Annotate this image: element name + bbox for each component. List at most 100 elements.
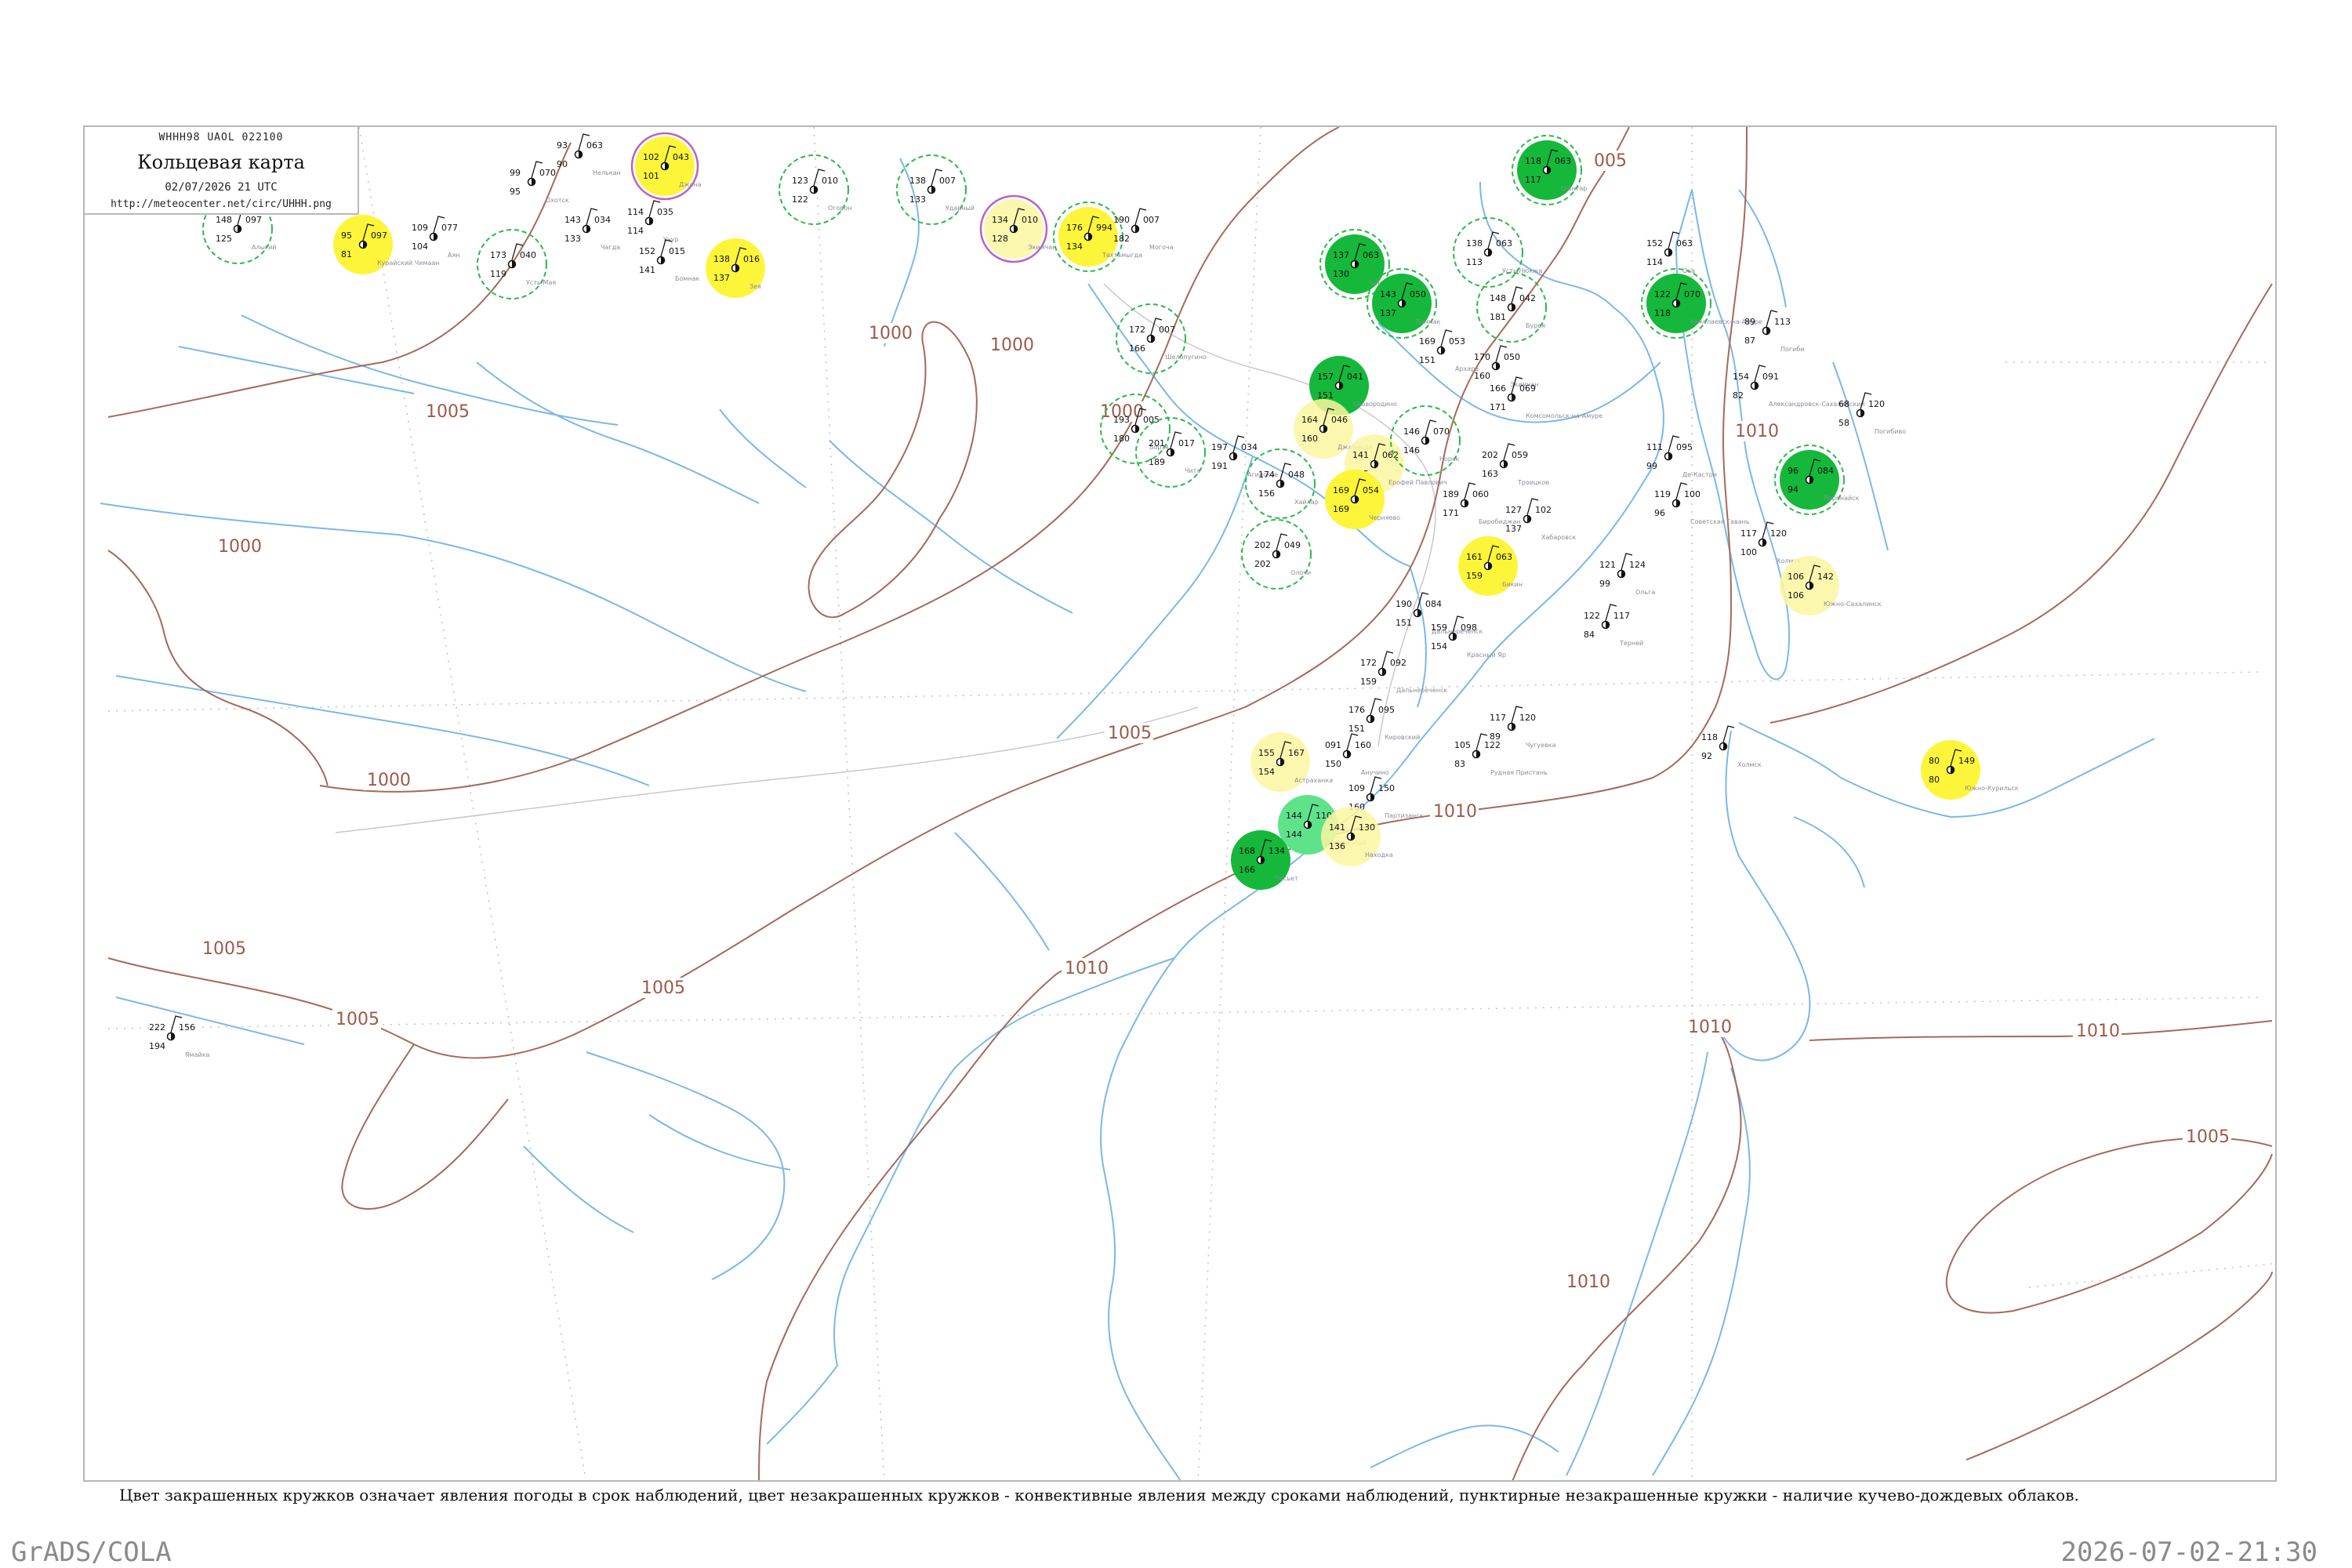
station-model[interactable]: 118 063 117 Шантар	[1512, 135, 1587, 205]
isobar-label: 1010	[1433, 802, 1477, 822]
isobar-1010-right	[1809, 1020, 2273, 1041]
pressure-value: 117	[1613, 611, 1630, 621]
station-name: Южно-Курильск	[1965, 785, 2019, 792]
temperature-value: 176	[1066, 223, 1083, 233]
pressure-value: 060	[1472, 489, 1489, 499]
temperature-value: 174	[1258, 470, 1275, 480]
station-model[interactable]: 117 120100Холмск	[1740, 521, 1801, 564]
temperature-value: 122	[1654, 289, 1671, 299]
station-model[interactable]: 143 034 133 Чагда	[564, 208, 620, 251]
station-model[interactable]: 122 070118Николаевск-на-Амуре	[1641, 268, 1762, 339]
station-model[interactable]: 166 069 171 Комсомольск-на-Амуре	[1490, 376, 1602, 419]
coastlines	[100, 158, 2155, 1480]
station-model[interactable]: 146 070 146 Норск	[1390, 405, 1461, 476]
temperature-value: 189	[1443, 489, 1459, 499]
pressure-value: 034	[1241, 442, 1258, 452]
pressure-value: 077	[441, 223, 458, 233]
ring-chart-map[interactable]: 1005100010001000100010001005100510051005…	[85, 127, 2277, 1482]
station-model[interactable]: 161 063 159 Бикин	[1458, 536, 1523, 596]
station-name: Хайлар	[1294, 499, 1319, 506]
dewpoint-value: 125	[216, 234, 232, 244]
pressure-value: 120	[1770, 528, 1787, 539]
dewpoint-value: 154	[1258, 767, 1275, 777]
station-model[interactable]: 189 060171Биробиджан	[1443, 482, 1521, 525]
dewpoint-value: 189	[1149, 457, 1165, 467]
station-model[interactable]: 119 100 96 Советская Гавань	[1654, 482, 1750, 525]
pressure-value: 091	[1762, 372, 1779, 382]
station-model[interactable]: 222 156 194 Ямайка	[149, 1015, 210, 1058]
station-model[interactable]: 89 113 87 Погиби	[1744, 310, 1804, 353]
station-model[interactable]: 141 130 136 Находка	[1321, 807, 1393, 866]
isobar-1015	[1769, 283, 2273, 724]
temperature-value: 166	[1490, 383, 1506, 394]
station-model[interactable]: 80 149 80 Южно-Курильск	[1921, 740, 2019, 800]
station-model[interactable]: 148 042 181 Бурея	[1476, 272, 1547, 343]
station-model[interactable]: 155 167 154 Астраханка	[1250, 732, 1333, 792]
station-model[interactable]: 114 035114Учур	[627, 200, 678, 243]
isobar-1005-south	[107, 127, 1630, 1059]
station-model[interactable]: 202 049 202 Олочи	[1241, 519, 1312, 590]
dewpoint-value: 134	[1066, 241, 1083, 252]
station-name: Партизанск	[1385, 812, 1424, 819]
map-header: WHHH98 UAOL 022100 Кольцевая карта 02/07…	[85, 127, 359, 215]
pressure-value: 095	[1378, 705, 1395, 715]
station-model[interactable]: 138 016 137 Зея	[706, 238, 765, 298]
isobar-labels: 1005100010001000100010001005100510051005…	[199, 151, 2231, 1292]
station-model[interactable]: 190 007 182 Могоча	[1113, 208, 1174, 251]
station-model[interactable]: 96 084 94 Поронайск	[1774, 445, 1860, 515]
pressure-value: 040	[520, 250, 536, 260]
station-model[interactable]: 138 007 133 Ударный	[896, 154, 975, 225]
station-model[interactable]: 170 050160Экимчан	[1474, 345, 1539, 388]
station-name: Охотск	[546, 197, 569, 204]
pressure-value: 063	[1676, 238, 1693, 249]
temperature-value: 109	[412, 223, 428, 233]
dewpoint-value: 141	[639, 265, 655, 275]
station-model[interactable]: 138 063113Усть-Нюкжа	[1453, 217, 1542, 288]
pressure-value: 063	[1555, 156, 1571, 166]
station-name: Сковородино	[1353, 401, 1397, 408]
isobar-label: 1010	[1735, 422, 1779, 441]
station-model[interactable]: 123 010 122 Огорон	[779, 154, 852, 225]
isobar-label: 1000	[367, 771, 411, 790]
station-name: Де-Кастри	[1682, 471, 1717, 478]
temperature-value: 89	[1744, 317, 1755, 327]
station-model[interactable]: 169 053151Архара	[1419, 329, 1479, 372]
station-model[interactable]: 172 092 159 Дальнереченск	[1360, 651, 1447, 694]
dewpoint-value: 151	[1419, 355, 1436, 365]
station-model[interactable]: 172 007 166 Шелопугино	[1116, 303, 1207, 374]
temperature-value: 106	[1788, 572, 1804, 582]
station-model[interactable]: 174 048 156 Хайлар	[1245, 448, 1319, 519]
station-model[interactable]: 102 043 101 Джана	[630, 132, 702, 201]
source-url[interactable]: http://meteocenter.net/circ/UHHH.png	[85, 198, 358, 210]
station-model[interactable]: 122 117 84 Терней	[1584, 604, 1643, 647]
temperature-value: 152	[1646, 238, 1663, 249]
station-model[interactable]: 93 063 90 Нелькан	[557, 133, 621, 176]
dewpoint-value: 94	[1788, 485, 1798, 495]
station-model[interactable]: 202 059 163 Троицкое	[1482, 443, 1549, 486]
temperature-value: 137	[1333, 250, 1349, 260]
dewpoint-value: 151	[1348, 724, 1365, 734]
station-model[interactable]: 173 040 119 Усть-Мая	[477, 229, 556, 299]
station-name: Усть-Мая	[526, 279, 556, 286]
station-model[interactable]: 121 124 99 Ольга	[1599, 553, 1655, 596]
temperature-value: 117	[1490, 713, 1506, 723]
temperature-value: 148	[1490, 293, 1506, 303]
isobar-label: 1010	[2076, 1022, 2120, 1041]
pressure-value: 100	[1684, 489, 1700, 499]
station-model[interactable]: 201 017 189 Чита	[1135, 417, 1206, 488]
station-model[interactable]: 106 142 106 Южно-Сахалинск	[1780, 556, 1882, 615]
station-model[interactable]: 109 077 104 Аян	[412, 216, 460, 259]
temperature-value: 93	[557, 140, 568, 151]
station-model[interactable]: 152 015 141 Бомнак	[639, 239, 700, 282]
station-name: Южно-Сахалинск	[1824, 601, 1882, 608]
station-model[interactable]: 134 010 128 Экимчан	[979, 194, 1057, 263]
station-model[interactable]: 159 098 154 Красный Яр	[1431, 615, 1506, 659]
station-model[interactable]: 176 095 151 Кировский	[1348, 698, 1420, 741]
station-model[interactable]: 152 063 114 Оха	[1646, 231, 1695, 274]
station-model[interactable]: 105 122 83 Рудная Пристань	[1454, 733, 1548, 776]
dewpoint-value: 182	[1113, 234, 1130, 244]
pressure-value: 049	[1284, 540, 1301, 550]
station-model[interactable]: 68 120 58 Погибиво	[1838, 392, 1906, 435]
pressure-value: 092	[1390, 658, 1406, 668]
dewpoint-value: 101	[643, 171, 659, 181]
